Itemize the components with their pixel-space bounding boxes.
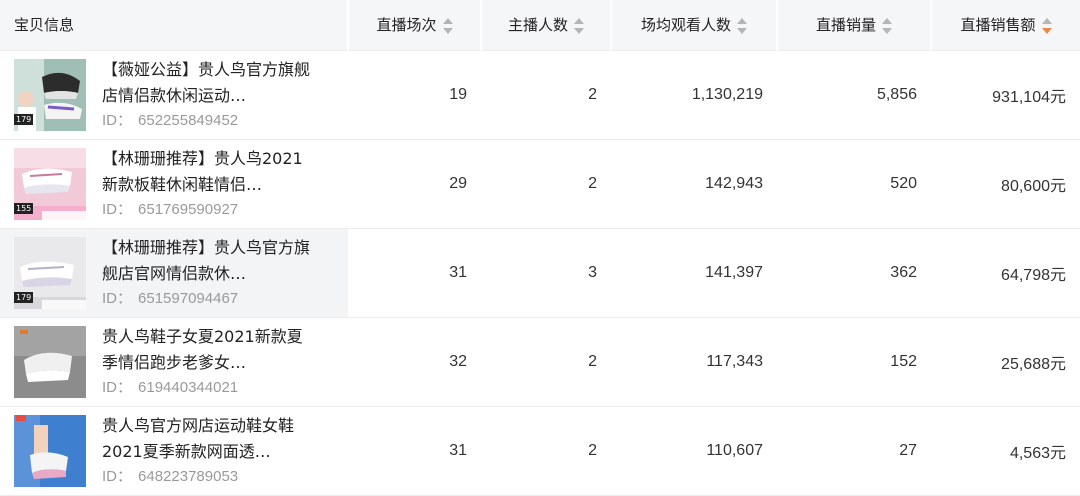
cell-avg-viewers: 110,607	[611, 406, 777, 496]
cell-sales-volume: 27	[777, 406, 931, 496]
cell-sessions: 31	[348, 406, 481, 496]
cell-sales-amount: 931,104元	[931, 50, 1080, 140]
header-avg-viewers[interactable]: 场均观看人数	[610, 0, 777, 51]
header-anchors[interactable]: 主播人数	[480, 0, 611, 51]
product-thumbnail[interactable]: 155	[14, 147, 86, 220]
cell-anchors: 2	[481, 139, 611, 229]
header-sessions[interactable]: 直播场次	[347, 0, 481, 51]
shoe-photo-icon	[14, 414, 86, 487]
table-row[interactable]: 贵人鸟官方网店运动鞋女鞋2021夏季新款网面透… ID： 648223789053…	[0, 406, 1080, 496]
cell-sessions: 29	[348, 139, 481, 229]
coupon-banner	[42, 299, 86, 309]
header-sales-amount[interactable]: 直播销售额	[930, 0, 1080, 51]
cell-sales-amount: 80,600元	[931, 139, 1080, 229]
shoe-photo-icon	[14, 325, 86, 398]
product-id: ID： 651597094467	[102, 289, 239, 307]
cell-sales-volume: 520	[777, 139, 931, 229]
table-row[interactable]: 贵人鸟鞋子女夏2021新款夏季情侣跑步老爹女… ID： 619440344021 …	[0, 317, 1080, 407]
product-title[interactable]: 【薇娅公益】贵人鸟官方旗舰店情侣款休闲运动…	[102, 57, 312, 109]
header-item-info: 宝贝信息	[0, 0, 348, 51]
cell-anchors: 2	[481, 406, 611, 496]
sort-desc-icon[interactable]	[1041, 17, 1052, 34]
product-id: ID： 651769590927	[102, 200, 239, 218]
cell-avg-viewers: 117,343	[611, 317, 777, 407]
sort-icon[interactable]	[574, 17, 584, 34]
table-row[interactable]: 155 【林珊珊推荐】贵人鸟2021新款板鞋休闲鞋情侣… ID： 65176959…	[0, 139, 1080, 229]
coupon-banner	[42, 210, 86, 220]
cell-sessions: 32	[348, 317, 481, 407]
live-sales-table: 宝贝信息 直播场次 主播人数 场均观看人数 直播销量 直播销售额 179 【薇娅…	[0, 0, 1080, 496]
price-tag: 155	[14, 202, 34, 214]
product-title[interactable]: 贵人鸟鞋子女夏2021新款夏季情侣跑步老爹女…	[102, 324, 312, 376]
sort-icon[interactable]	[442, 17, 453, 34]
cell-avg-viewers: 1,130,219	[611, 50, 777, 140]
sort-icon[interactable]	[882, 17, 892, 34]
cell-anchors: 3	[481, 228, 611, 318]
sort-icon[interactable]	[737, 17, 747, 34]
product-title[interactable]: 贵人鸟官方网店运动鞋女鞋2021夏季新款网面透…	[102, 413, 312, 465]
price-tag: 179	[14, 291, 34, 303]
header-sales-volume[interactable]: 直播销量	[776, 0, 931, 51]
cell-sales-volume: 362	[777, 228, 931, 318]
price-tag: 179	[14, 113, 34, 125]
product-thumbnail[interactable]	[14, 414, 86, 487]
product-title[interactable]: 【林珊珊推荐】贵人鸟官方旗舰店官网情侣款休…	[102, 235, 312, 287]
cell-sales-volume: 152	[777, 317, 931, 407]
cell-avg-viewers: 141,397	[611, 228, 777, 318]
product-thumbnail[interactable]	[14, 325, 86, 398]
cell-sales-amount: 25,688元	[931, 317, 1080, 407]
cell-anchors: 2	[481, 317, 611, 407]
cell-avg-viewers: 142,943	[611, 139, 777, 229]
product-id: ID： 619440344021	[102, 378, 239, 396]
cell-sales-volume: 5,856	[777, 50, 931, 140]
product-thumbnail[interactable]: 179	[14, 58, 86, 131]
cell-sales-amount: 64,798元	[931, 228, 1080, 318]
cell-sales-amount: 4,563元	[931, 406, 1080, 496]
cell-sessions: 19	[348, 50, 481, 140]
product-id: ID： 652255849452	[102, 111, 239, 129]
table-header: 宝贝信息 直播场次 主播人数 场均观看人数 直播销量 直播销售额	[0, 0, 1080, 51]
product-title[interactable]: 【林珊珊推荐】贵人鸟2021新款板鞋休闲鞋情侣…	[102, 146, 312, 198]
cell-sessions: 31	[348, 228, 481, 318]
product-id: ID： 648223789053	[102, 467, 239, 485]
table-row[interactable]: 179 【林珊珊推荐】贵人鸟官方旗舰店官网情侣款休… ID： 6515970944…	[0, 228, 1080, 318]
table-row[interactable]: 179 【薇娅公益】贵人鸟官方旗舰店情侣款休闲运动… ID： 6522558494…	[0, 50, 1080, 140]
cell-anchors: 2	[481, 50, 611, 140]
product-thumbnail[interactable]: 179	[14, 236, 86, 309]
